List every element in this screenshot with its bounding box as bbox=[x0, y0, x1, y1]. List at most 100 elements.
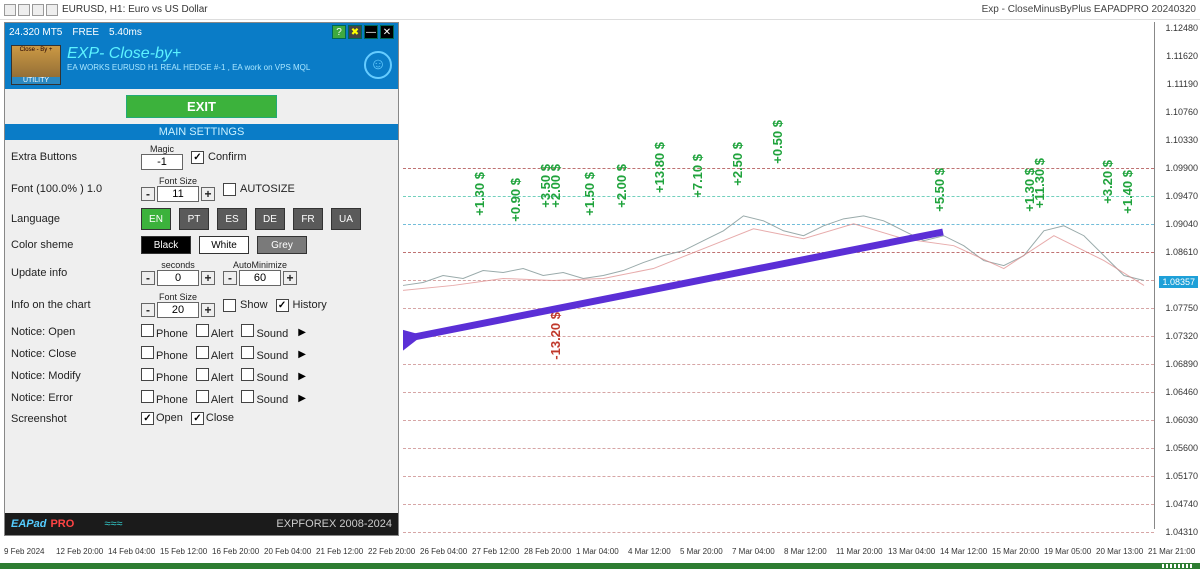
profit-label: +3.20 $ bbox=[1100, 160, 1115, 204]
label-info-chart: Info on the chart bbox=[11, 299, 141, 311]
label-notice-error: Notice: Error bbox=[11, 392, 141, 404]
label-notice-close: Notice: Close bbox=[11, 348, 141, 360]
close-sound[interactable]: Sound bbox=[241, 346, 288, 362]
label-update-info: Update info bbox=[11, 267, 141, 279]
history-checkbox[interactable]: History bbox=[276, 299, 327, 312]
bottom-progress-bar bbox=[0, 563, 1200, 569]
modify-alert[interactable]: Alert bbox=[196, 368, 234, 384]
profit-label: +2.50 $ bbox=[730, 142, 745, 186]
scheme-black[interactable]: Black bbox=[141, 236, 191, 254]
chevron-right-icon[interactable]: ▶ bbox=[298, 327, 306, 338]
close-icon[interactable]: ✕ bbox=[380, 25, 394, 39]
smile-icon[interactable]: ☺ bbox=[364, 51, 392, 79]
panel-footer: EAPad PRO ≈≈≈ EXPFOREX 2008-2024 bbox=[5, 513, 398, 535]
license-free: FREE bbox=[72, 27, 99, 38]
profit-label: +1.30 $ bbox=[472, 172, 487, 216]
utility-banner: Close - By + UTILITY EXP- Close-by+ EA W… bbox=[5, 41, 398, 89]
mt5-version: 24.320 MT5 bbox=[9, 27, 62, 38]
autosize-checkbox[interactable]: AUTOSIZE bbox=[223, 183, 295, 196]
profit-label: +0.50 $ bbox=[770, 120, 785, 164]
error-sound[interactable]: Sound bbox=[241, 390, 288, 406]
toolbar-icon[interactable] bbox=[46, 4, 58, 16]
seconds-minus[interactable]: - bbox=[141, 271, 155, 285]
profit-label: +13.80 $ bbox=[652, 142, 667, 193]
chevron-right-icon[interactable]: ▶ bbox=[298, 349, 306, 360]
price-chart[interactable]: 1.124801.116201.111901.107601.103301.099… bbox=[403, 22, 1200, 543]
close-phone[interactable]: Phone bbox=[141, 346, 188, 362]
shrink-icon[interactable]: ✖ bbox=[348, 25, 362, 39]
automin-minus[interactable]: - bbox=[223, 271, 237, 285]
price-line bbox=[403, 22, 1154, 529]
utility-logo: Close - By + UTILITY bbox=[11, 45, 61, 85]
minimize-icon[interactable]: — bbox=[364, 25, 378, 39]
seconds-input[interactable] bbox=[157, 270, 199, 286]
close-alert[interactable]: Alert bbox=[196, 346, 234, 362]
automin-input[interactable] bbox=[239, 270, 281, 286]
lang-es[interactable]: ES bbox=[217, 208, 247, 230]
lang-ua[interactable]: UA bbox=[331, 208, 361, 230]
help-icon[interactable]: ? bbox=[332, 25, 346, 39]
label-notice-modify: Notice: Modify bbox=[11, 370, 141, 382]
profit-label: +2.00 $ bbox=[614, 164, 629, 208]
chartfont-minus[interactable]: - bbox=[141, 303, 155, 317]
lang-pt[interactable]: PT bbox=[179, 208, 209, 230]
app-topbar: EURUSD, H1: Euro vs US Dollar Exp - Clos… bbox=[0, 0, 1200, 20]
utility-title: EXP- Close-by+ bbox=[67, 45, 358, 63]
label-font: Font (100.0% ) 1.0 bbox=[11, 183, 141, 195]
toolbar-icon[interactable] bbox=[32, 4, 44, 16]
lang-fr[interactable]: FR bbox=[293, 208, 323, 230]
screenshot-close[interactable]: Close bbox=[191, 412, 234, 425]
toolbar-icon[interactable] bbox=[18, 4, 30, 16]
panel-header: 24.320 MT5 FREE 5.40ms ? ✖ — ✕ bbox=[5, 23, 398, 41]
lang-de[interactable]: DE bbox=[255, 208, 285, 230]
open-sound[interactable]: Sound bbox=[241, 324, 288, 340]
open-phone[interactable]: Phone bbox=[141, 324, 188, 340]
language-buttons: EN PT ES DE FR UA bbox=[141, 208, 392, 230]
symbol-title: EURUSD, H1: Euro vs US Dollar bbox=[62, 4, 208, 15]
profit-label: +2.00 $ bbox=[548, 164, 563, 208]
main-settings-header: MAIN SETTINGS bbox=[5, 124, 398, 140]
label-notice-open: Notice: Open bbox=[11, 326, 141, 338]
modify-phone[interactable]: Phone bbox=[141, 368, 188, 384]
show-checkbox[interactable]: Show bbox=[223, 299, 268, 312]
seconds-plus[interactable]: + bbox=[201, 271, 215, 285]
scheme-grey[interactable]: Grey bbox=[257, 236, 307, 254]
toolbar-icons bbox=[4, 4, 58, 16]
lang-en[interactable]: EN bbox=[141, 208, 171, 230]
chartfont-input[interactable] bbox=[157, 302, 199, 318]
ea-title: Exp - CloseMinusByPlus EAPADPRO 20240320 bbox=[982, 4, 1196, 15]
profit-label: +5.50 $ bbox=[932, 168, 947, 212]
chevron-right-icon[interactable]: ▶ bbox=[298, 371, 306, 382]
label-color-scheme: Color sheme bbox=[11, 239, 141, 251]
error-alert[interactable]: Alert bbox=[196, 390, 234, 406]
scheme-white[interactable]: White bbox=[199, 236, 249, 254]
open-alert[interactable]: Alert bbox=[196, 324, 234, 340]
font-plus[interactable]: + bbox=[201, 187, 215, 201]
candlestick-area bbox=[403, 22, 1154, 529]
profit-label: +1.40 $ bbox=[1120, 170, 1135, 214]
screenshot-open[interactable]: Open bbox=[141, 412, 183, 425]
chevron-right-icon[interactable]: ▶ bbox=[298, 393, 306, 404]
toolbar-icon[interactable] bbox=[4, 4, 16, 16]
profit-label: -13.20 $ bbox=[548, 312, 563, 360]
label-extra-buttons: Extra Buttons bbox=[11, 151, 141, 163]
wave-icon: ≈≈≈ bbox=[104, 518, 122, 530]
chartfont-plus[interactable]: + bbox=[201, 303, 215, 317]
label-language: Language bbox=[11, 213, 141, 225]
profit-label: +0.90 $ bbox=[508, 178, 523, 222]
automin-plus[interactable]: + bbox=[283, 271, 297, 285]
modify-sound[interactable]: Sound bbox=[241, 368, 288, 384]
font-size-input[interactable] bbox=[157, 186, 199, 202]
latency-ms: 5.40ms bbox=[109, 27, 142, 38]
profit-label: +1.50 $ bbox=[582, 172, 597, 216]
current-price-tag: 1.08357 bbox=[1159, 276, 1198, 288]
confirm-checkbox[interactable]: Confirm bbox=[191, 151, 247, 164]
exit-button[interactable]: EXIT bbox=[126, 95, 277, 118]
profit-label: +7.10 $ bbox=[690, 154, 705, 198]
settings-panel: 24.320 MT5 FREE 5.40ms ? ✖ — ✕ Close - B… bbox=[4, 22, 399, 536]
magic-input[interactable] bbox=[141, 154, 183, 170]
font-minus[interactable]: - bbox=[141, 187, 155, 201]
x-axis: 9 Feb 202412 Feb 20:0014 Feb 04:0015 Feb… bbox=[4, 547, 1200, 561]
utility-subtitle: EA WORKS EURUSD H1 REAL HEDGE #-1 , EA w… bbox=[67, 63, 358, 72]
error-phone[interactable]: Phone bbox=[141, 390, 188, 406]
